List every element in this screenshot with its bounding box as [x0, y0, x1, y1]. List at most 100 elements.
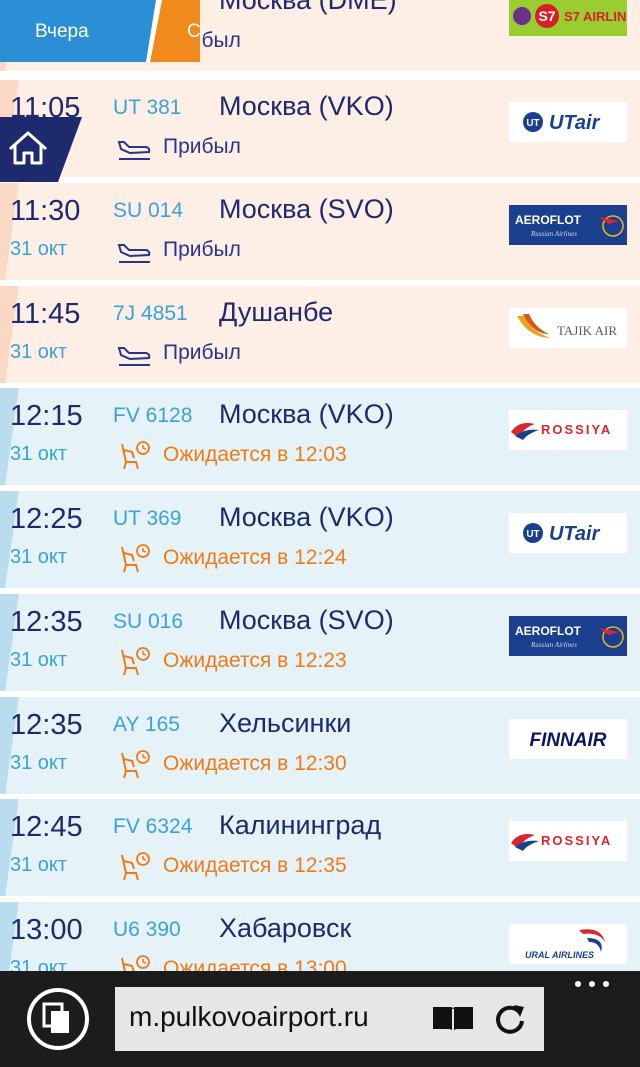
- tabs-icon: [42, 1002, 69, 1033]
- waiting-passenger-clock-icon: [121, 955, 150, 971]
- flight-city: Москва (VKO): [219, 91, 394, 121]
- flight-row[interactable]: 11:45 31 окт 7J 4851 Душанбе Прибыл TAJI…: [0, 286, 640, 383]
- airline-name: ROSSIYA: [541, 833, 612, 848]
- aeroflot-logo: AEROFLOT Russian Airlines: [509, 205, 627, 245]
- flight-date: 31 окт: [10, 854, 68, 876]
- flight-number: U6 390: [113, 918, 181, 941]
- browser-app-bar: m.pulkovoairport.ru: [0, 971, 640, 1067]
- refresh-icon[interactable]: [492, 1001, 528, 1037]
- day-tabs: [0, 0, 200, 62]
- flight-status: Ожидается в 13:00: [163, 957, 347, 971]
- flight-number: FV 6324: [113, 815, 193, 838]
- flight-list: Москва (DME) Прибыл S7 S7 AIRLINES 11:05…: [0, 0, 640, 971]
- flight-date: 31 окт: [10, 957, 68, 971]
- flight-number: UT 369: [113, 507, 182, 530]
- flight-status: Ожидается в 12:24: [163, 546, 347, 569]
- rossiya-logo: ROSSIYA: [509, 410, 627, 450]
- flight-row[interactable]: 13:00 31 окт U6 390 Хабаровск Ожидается …: [0, 902, 640, 971]
- airline-name: UTair: [549, 523, 601, 545]
- airline-name: AEROFLOT: [515, 213, 582, 227]
- flight-date: 31 окт: [10, 341, 68, 363]
- flight-time: 12:25: [10, 503, 83, 535]
- flight-status: Ожидается в 12:03: [163, 443, 347, 466]
- svg-text:UT: UT: [526, 118, 539, 129]
- flight-time: 12:35: [10, 606, 83, 638]
- waiting-passenger-clock-icon: [121, 750, 150, 779]
- waiting-passenger-clock-icon: [121, 647, 150, 676]
- flight-date: 31 окт: [10, 443, 68, 465]
- aeroflot-logo: AEROFLOT Russian Airlines: [509, 616, 627, 656]
- flight-number: AY 165: [113, 713, 180, 736]
- address-bar[interactable]: m.pulkovoairport.ru: [115, 987, 544, 1051]
- url-text[interactable]: m.pulkovoairport.ru: [129, 1001, 415, 1033]
- more-dots-icon[interactable]: [572, 977, 612, 991]
- flight-row[interactable]: 12:45 31 окт FV 6324 Калининград Ожидает…: [0, 799, 640, 896]
- airline-name: FINNAIR: [529, 730, 606, 751]
- svg-text:S7: S7: [538, 8, 555, 24]
- flight-time: 13:00: [10, 914, 83, 946]
- utair-logo: UT UTair: [509, 513, 627, 553]
- flight-city: Хельсинки: [219, 708, 352, 738]
- flight-time: 12:45: [10, 811, 83, 843]
- flight-city: Москва (SVO): [219, 194, 394, 224]
- flight-city: Москва (SVO): [219, 605, 394, 635]
- rossiya-logo: ROSSIYA: [509, 821, 627, 861]
- flight-row[interactable]: 11:05 UT 381 Москва (VKO) Прибыл UT UTai…: [0, 80, 640, 177]
- flight-city: Калининград: [219, 810, 382, 840]
- flight-date: 31 окт: [10, 649, 68, 671]
- tajik-air-logo: TAJIK AIR: [509, 308, 627, 348]
- flight-status: Прибыл: [163, 341, 241, 364]
- flight-city: Хабаровск: [219, 913, 352, 943]
- utair-logo: UT UTair: [509, 102, 627, 142]
- airline-name: TAJIK AIR: [557, 323, 617, 338]
- airline-name: URAL AIRLINES: [525, 950, 594, 960]
- flight-date: 31 окт: [10, 238, 68, 260]
- tabs-button[interactable]: [27, 988, 89, 1050]
- waiting-passenger-clock-icon: [121, 544, 150, 573]
- flight-number: FV 6128: [113, 404, 193, 427]
- flight-status: Прибыл: [163, 135, 241, 158]
- flight-status: Ожидается в 12:23: [163, 649, 347, 672]
- flight-city: Душанбе: [219, 297, 334, 327]
- flight-date: 31 окт: [10, 752, 68, 774]
- flight-time: 11:45: [10, 298, 81, 330]
- plane-landing-icon: [117, 244, 151, 263]
- tab-yesterday[interactable]: Вчера: [35, 21, 89, 43]
- tab-next[interactable]: С: [187, 21, 201, 43]
- flight-number: 7J 4851: [113, 302, 188, 325]
- flight-number: SU 014: [113, 199, 184, 222]
- svg-text:UT: UT: [526, 529, 539, 540]
- finnair-logo: FINNAIR: [509, 719, 627, 759]
- flight-time: 12:35: [10, 709, 83, 741]
- airline-name: ROSSIYA: [541, 422, 612, 437]
- svg-text:Russian Airlines: Russian Airlines: [530, 230, 577, 238]
- flight-city: Москва (VKO): [219, 399, 394, 429]
- flight-row[interactable]: 12:35 31 окт SU 016 Москва (SVO) Ожидает…: [0, 594, 640, 691]
- flight-status: Ожидается в 12:30: [163, 752, 347, 775]
- flight-status: Прибыл: [163, 238, 241, 261]
- flight-row[interactable]: 12:25 31 окт UT 369 Москва (VKO) Ожидает…: [0, 491, 640, 588]
- plane-landing-icon: [117, 347, 151, 366]
- flight-city: Москва (VKO): [219, 502, 394, 532]
- ural-airlines-logo: URAL AIRLINES: [509, 924, 627, 964]
- waiting-passenger-clock-icon: [121, 852, 150, 881]
- flight-row[interactable]: 11:30 31 окт SU 014 Москва (SVO) Прибыл …: [0, 183, 640, 280]
- waiting-passenger-clock-icon: [121, 441, 150, 470]
- s7-airlines-logo: S7 S7 AIRLINES: [509, 0, 627, 36]
- flight-time: 12:15: [10, 400, 83, 432]
- flight-number: SU 016: [113, 610, 184, 633]
- airline-name: S7 AIRLINES: [564, 9, 627, 24]
- airline-name: AEROFLOT: [515, 624, 582, 638]
- reading-view-icon[interactable]: [431, 1003, 475, 1035]
- flight-row[interactable]: 12:35 31 окт AY 165 Хельсинки Ожидается …: [0, 697, 640, 794]
- flight-status: Ожидается в 12:35: [163, 854, 347, 877]
- flight-number: UT 381: [113, 96, 182, 119]
- flight-row[interactable]: 12:15 31 окт FV 6128 Москва (VKO) Ожидае…: [0, 388, 640, 485]
- home-button[interactable]: [0, 117, 82, 182]
- plane-landing-icon: [117, 141, 151, 160]
- flight-city: Москва (DME): [219, 0, 397, 15]
- airline-name: UTair: [549, 112, 601, 134]
- flight-date: 31 окт: [10, 546, 68, 568]
- flight-time: 11:30: [10, 195, 81, 227]
- svg-text:Russian Airlines: Russian Airlines: [530, 641, 577, 649]
